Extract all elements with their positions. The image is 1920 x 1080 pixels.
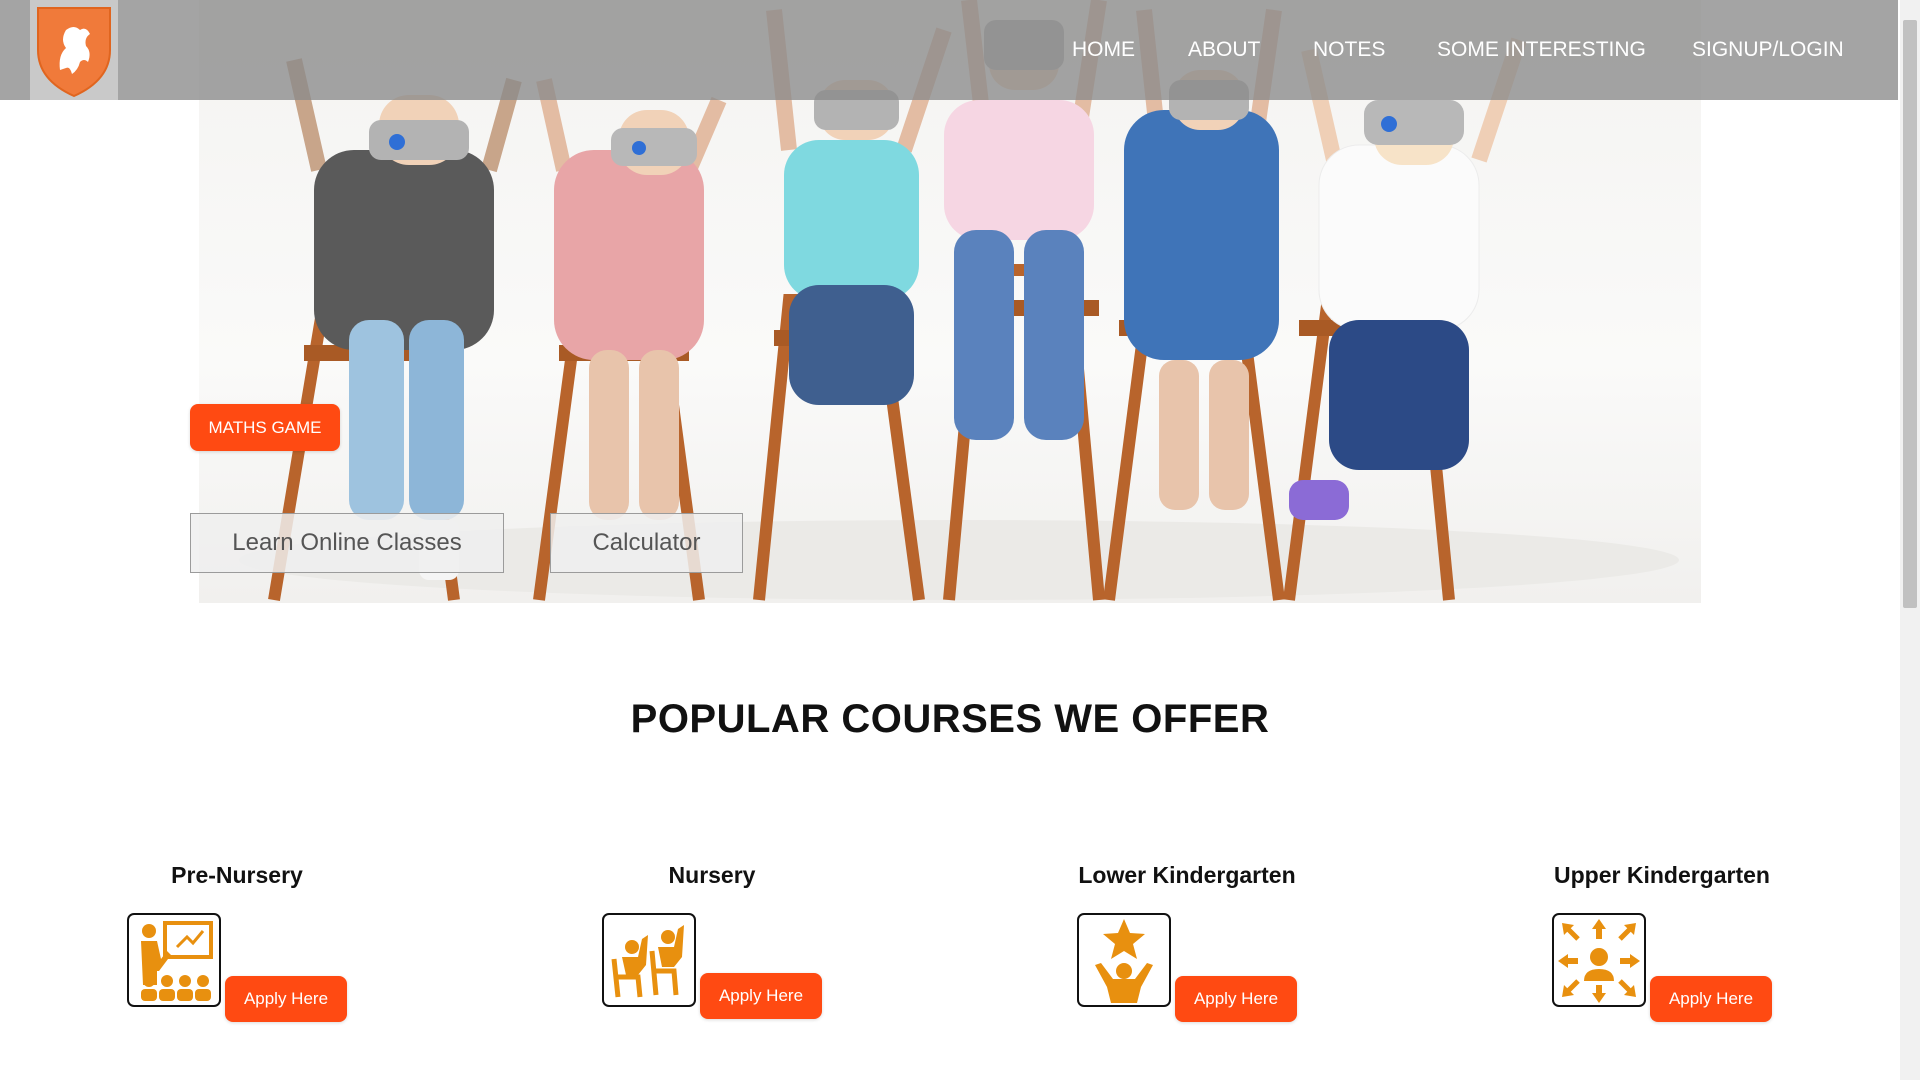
teacher-classroom-icon [127, 913, 221, 1007]
nav-home[interactable]: HOME [1072, 38, 1135, 62]
lion-shield-icon [37, 7, 111, 98]
star-achiever-icon [1077, 913, 1171, 1007]
apply-button-pre-nursery[interactable]: Apply Here [225, 976, 347, 1022]
course-title-lower-kindergarten: Lower Kindergarten [1078, 862, 1296, 888]
course-title-upper-kindergarten: Upper Kindergarten [1554, 862, 1770, 888]
students-raising-hands-icon [602, 913, 696, 1007]
nav-signup-login[interactable]: SIGNUP/LOGIN [1692, 38, 1844, 62]
person-arrows-icon [1552, 913, 1646, 1007]
apply-button-upper-kindergarten[interactable]: Apply Here [1650, 976, 1772, 1022]
course-title-nursery: Nursery [668, 862, 756, 888]
vertical-scrollbar[interactable] [1900, 0, 1920, 1080]
learn-online-classes-button[interactable]: Learn Online Classes [190, 513, 504, 573]
navbar: HOME ABOUT NOTES SOME INTERESTING SIGNUP… [0, 0, 1898, 100]
child-figure [1283, 37, 1527, 601]
scrollbar-thumb[interactable] [1903, 20, 1917, 608]
section-title: POPULAR COURSES WE OFFER [630, 697, 1270, 741]
nav-some-interesting[interactable]: SOME INTERESTING [1437, 38, 1646, 62]
nav-notes[interactable]: NOTES [1313, 38, 1385, 62]
nav-about[interactable]: ABOUT [1188, 38, 1260, 62]
course-title-pre-nursery: Pre-Nursery [171, 862, 303, 888]
logo[interactable] [30, 0, 118, 100]
calculator-button[interactable]: Calculator [550, 513, 743, 573]
apply-button-lower-kindergarten[interactable]: Apply Here [1175, 976, 1297, 1022]
apply-button-nursery[interactable]: Apply Here [700, 973, 822, 1019]
maths-game-button[interactable]: MATHS GAME [190, 404, 340, 451]
